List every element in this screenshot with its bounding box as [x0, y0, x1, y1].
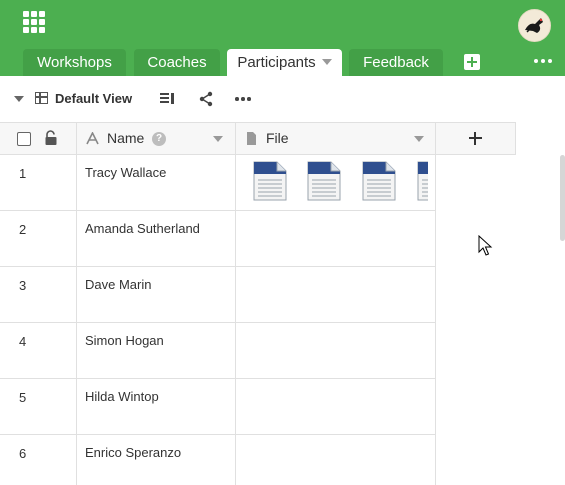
file-cell[interactable] — [236, 155, 428, 210]
add-table-icon[interactable] — [464, 54, 480, 70]
tab-workshops[interactable]: Workshops — [23, 49, 126, 76]
divider — [0, 434, 436, 435]
row-index: 6 — [19, 446, 27, 461]
row-index: 3 — [19, 278, 27, 293]
name-column-menu-icon[interactable] — [213, 136, 223, 142]
row-index: 5 — [19, 390, 27, 405]
view-list-caret-icon[interactable] — [14, 96, 24, 102]
tab-feedback[interactable]: Feedback — [349, 49, 443, 76]
file-type-icon — [247, 132, 256, 145]
view-toolbar: Default View — [0, 76, 565, 122]
table-tabs: Workshops Coaches Participants Feedback — [0, 49, 565, 76]
divider — [0, 122, 515, 123]
name-cell[interactable]: Dave Marin — [85, 277, 151, 292]
tab-label: Workshops — [37, 54, 112, 71]
add-column-button[interactable] — [436, 122, 515, 155]
tab-menu-caret-icon[interactable] — [321, 59, 332, 66]
select-all-checkbox[interactable] — [17, 132, 31, 146]
tab-coaches[interactable]: Coaches — [134, 49, 220, 76]
divider — [0, 266, 436, 267]
divider — [0, 378, 436, 379]
data-grid: Name ? File 1 Tracy Wallace 2 Amanda Sut… — [0, 122, 565, 485]
more-icon[interactable] — [532, 56, 554, 66]
divider — [515, 122, 516, 155]
lock-icon[interactable] — [44, 130, 58, 146]
share-icon[interactable] — [197, 90, 215, 108]
top-bar: Workshops Coaches Participants Feedback — [0, 0, 565, 76]
tab-label: Feedback — [363, 54, 429, 71]
document-icon[interactable] — [362, 161, 396, 201]
document-icon[interactable] — [417, 161, 428, 201]
divider — [76, 122, 77, 485]
app-grid-icon[interactable] — [23, 11, 45, 33]
document-icon[interactable] — [307, 161, 341, 201]
table-view-icon — [35, 92, 48, 104]
name-cell[interactable]: Tracy Wallace — [85, 165, 166, 180]
tab-label: Coaches — [147, 54, 207, 71]
row-index: 4 — [19, 334, 27, 349]
name-cell[interactable]: Simon Hogan — [85, 333, 164, 348]
document-icon[interactable] — [253, 161, 287, 201]
mouse-cursor-icon — [478, 235, 493, 256]
name-column-label: Name — [107, 130, 145, 146]
row-index: 2 — [19, 222, 27, 237]
tab-participants[interactable]: Participants — [227, 49, 342, 76]
tab-label: Participants — [237, 54, 316, 71]
header-row: Name ? File — [0, 122, 515, 155]
help-icon[interactable]: ? — [152, 132, 166, 146]
divider — [0, 210, 436, 211]
name-cell[interactable]: Amanda Sutherland — [85, 221, 200, 236]
vertical-scrollbar[interactable] — [560, 155, 565, 241]
text-type-icon — [86, 132, 99, 145]
more-options-icon[interactable] — [234, 90, 254, 108]
name-cell[interactable]: Hilda Wintop — [85, 389, 159, 404]
avatar[interactable] — [518, 9, 551, 42]
divider — [0, 322, 436, 323]
file-column-menu-icon[interactable] — [414, 136, 424, 142]
row-index: 1 — [19, 166, 27, 181]
name-cell[interactable]: Enrico Speranzo — [85, 445, 181, 460]
view-name[interactable]: Default View — [55, 91, 132, 106]
divider — [435, 122, 436, 485]
hide-columns-icon[interactable] — [159, 90, 177, 108]
file-column-label: File — [266, 130, 289, 146]
